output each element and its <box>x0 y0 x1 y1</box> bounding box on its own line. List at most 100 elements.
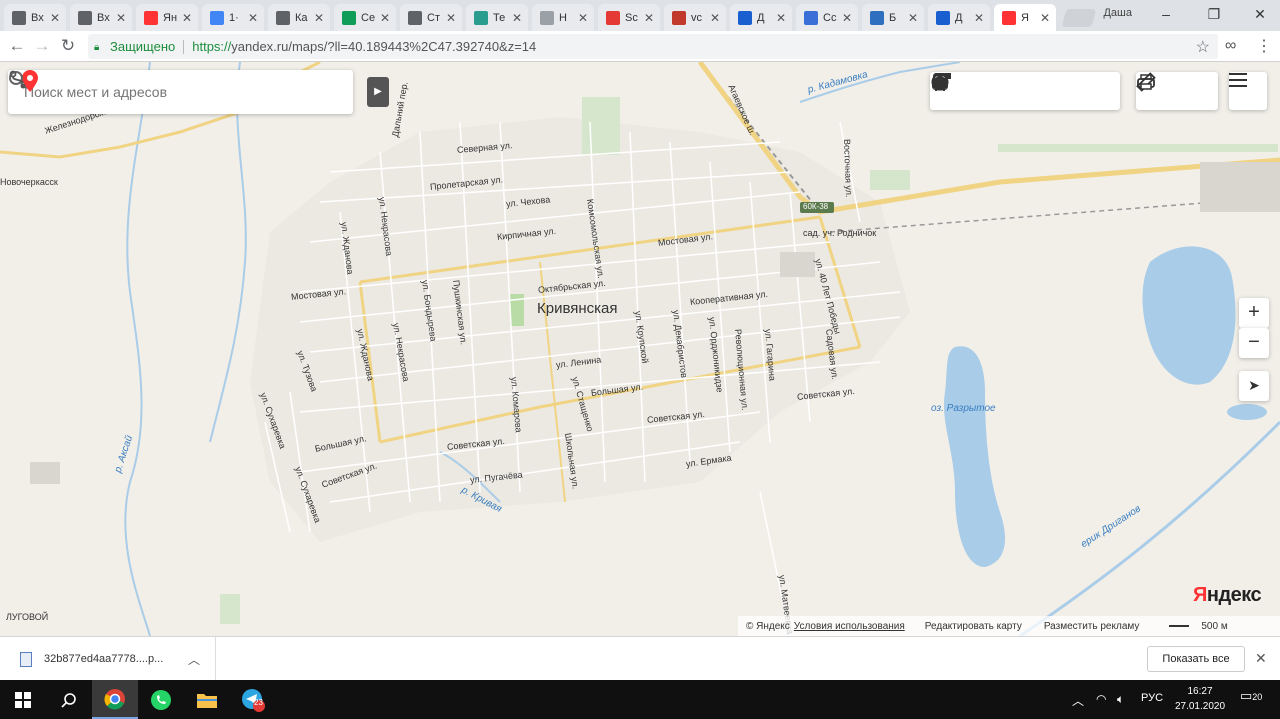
download-item[interactable]: 32b877ed4aa7778....p... ︿ <box>0 637 216 681</box>
browser-tab[interactable]: Б ✕ <box>862 4 924 31</box>
panel-toggle-button[interactable]: ▶ <box>367 77 389 107</box>
browser-tab[interactable]: Ка ✕ <box>268 4 330 31</box>
browser-tab[interactable]: Се ✕ <box>334 4 396 31</box>
browser-tab[interactable]: Ян ✕ <box>136 4 198 31</box>
tab-close-icon[interactable]: ✕ <box>512 11 522 25</box>
logo-first-letter: Я <box>1193 584 1207 606</box>
tab-close-icon[interactable]: ✕ <box>50 11 60 25</box>
address-bar[interactable]: 🔒︎ Защищено https:// yandex.ru/maps/?ll=… <box>88 34 1218 59</box>
edit-map-link[interactable]: Редактировать карту <box>925 621 1022 632</box>
folder-icon <box>408 10 422 25</box>
browser-tab[interactable]: vc ✕ <box>664 4 726 31</box>
folder-icon <box>12 10 26 25</box>
tab-close-icon[interactable]: ✕ <box>380 11 390 25</box>
restore-button[interactable]: ❐ <box>1202 4 1226 24</box>
parking-button[interactable] <box>932 73 1038 109</box>
globe-icon <box>870 10 884 25</box>
tab-close-icon[interactable]: ✕ <box>578 11 588 25</box>
chat-icon <box>804 10 818 25</box>
scale-label: 500 м <box>1201 620 1228 632</box>
bookmark-star-icon[interactable]: ☆ <box>1196 37 1210 57</box>
search-taskbar-button[interactable] <box>46 680 92 719</box>
map-canvas[interactable]: 60К-38 Северная ул. Пролетарская ул. ул. Ч… <box>0 62 1280 636</box>
route-icon[interactable] <box>8 70 28 90</box>
tab-close-icon[interactable]: ✕ <box>314 11 324 25</box>
clock-time: 16:27 <box>1187 686 1213 697</box>
browser-tab[interactable]: 1· ✕ <box>202 4 264 31</box>
tab-close-icon[interactable]: ✕ <box>182 11 192 25</box>
notification-count: 20 <box>1252 692 1263 702</box>
url-text: yandex.ru/maps/?ll=40.189443%2C47.392740… <box>231 39 537 54</box>
tab-close-icon[interactable]: ✕ <box>908 11 918 25</box>
zoom-out-button[interactable]: − <box>1239 328 1269 358</box>
tab-close-icon[interactable]: ✕ <box>776 11 786 25</box>
transit-button[interactable] <box>933 73 1074 109</box>
browser-tab[interactable]: Д ✕ <box>730 4 792 31</box>
layers-button[interactable] <box>931 73 1110 109</box>
browser-tab[interactable]: Сс ✕ <box>796 4 858 31</box>
browser-tab[interactable]: Sc ✕ <box>598 4 660 31</box>
scale-indicator: 500 м <box>1161 620 1228 632</box>
chrome-taskbar-button[interactable] <box>92 680 138 719</box>
minimize-button[interactable]: – <box>1154 4 1178 24</box>
chevron-up-icon[interactable]: ︿ <box>1072 692 1084 709</box>
profile-name[interactable]: Даша <box>1103 7 1132 19</box>
telegram-badge: 23 <box>254 698 263 707</box>
file-icon <box>20 651 32 667</box>
volume-icon[interactable]: 🔈︎ <box>1117 692 1124 707</box>
close-window-button[interactable]: ✕ <box>1248 4 1272 24</box>
map-pin-icon <box>1002 10 1016 25</box>
browser-tab[interactable]: Я ✕ <box>994 4 1056 31</box>
start-button[interactable] <box>0 680 46 719</box>
notifications-icon[interactable]: ▭20 <box>1240 688 1262 704</box>
tab-close-icon[interactable]: ✕ <box>974 11 984 25</box>
telegram-taskbar-button[interactable]: 23 <box>230 680 276 719</box>
language-indicator[interactable]: РУС <box>1141 692 1163 704</box>
zoom-in-button[interactable]: + <box>1239 298 1269 328</box>
close-downloads-icon[interactable]: ✕ <box>1255 650 1267 667</box>
tab-close-icon[interactable]: ✕ <box>842 11 852 25</box>
reload-button[interactable]: ↻ <box>57 35 79 57</box>
browser-tab[interactable]: Д ✕ <box>928 4 990 31</box>
browser-tab[interactable]: Те ✕ <box>466 4 528 31</box>
s-logo-icon <box>606 10 620 25</box>
clock[interactable]: 16:27 27.01.2020 <box>1170 684 1230 714</box>
location-arrow-icon: ➤ <box>1248 377 1260 393</box>
browser-menu-icon[interactable]: ⋮ <box>1256 36 1272 56</box>
forward-button[interactable]: → <box>31 35 53 57</box>
show-all-button[interactable]: Показать все <box>1147 646 1245 672</box>
search-input[interactable] <box>24 84 234 100</box>
tab-close-icon[interactable]: ✕ <box>1040 11 1050 25</box>
tab-close-icon[interactable]: ✕ <box>446 11 456 25</box>
target-icon <box>936 10 950 25</box>
whatsapp-taskbar-button[interactable] <box>138 680 184 719</box>
street-label: ЛУГОВОЙ <box>6 612 49 622</box>
browser-tab[interactable]: Вх ✕ <box>4 4 66 31</box>
browser-tab[interactable]: Вх ✕ <box>70 4 132 31</box>
browser-tab[interactable]: Ст ✕ <box>400 4 462 31</box>
folder-icon <box>197 693 217 708</box>
map-pin-icon <box>144 10 158 25</box>
terms-link[interactable]: Условия использования <box>794 621 905 632</box>
tab-close-icon[interactable]: ✕ <box>248 11 258 25</box>
extension-icon[interactable]: ∞ <box>1225 37 1236 55</box>
explorer-taskbar-button[interactable] <box>184 680 230 719</box>
panorama-button[interactable] <box>932 73 1002 109</box>
browser-tab[interactable]: Н ✕ <box>532 4 594 31</box>
back-button[interactable]: ← <box>6 35 28 57</box>
chevron-up-icon[interactable]: ︿ <box>188 651 200 668</box>
tab-close-icon[interactable]: ✕ <box>644 11 654 25</box>
geolocation-button[interactable]: ➤ <box>1239 371 1269 401</box>
yandex-logo[interactable]: Яндекс <box>1193 584 1262 607</box>
map-menu-button[interactable] <box>1229 73 1265 109</box>
download-file-name: 32b877ed4aa7778....p... <box>44 653 164 665</box>
lock-icon: 🔒︎ <box>94 41 100 53</box>
print-button[interactable] <box>1137 73 1208 109</box>
wifi-icon[interactable]: ◠ <box>1096 692 1106 706</box>
tab-close-icon[interactable]: ✕ <box>710 11 720 25</box>
new-tab-button[interactable] <box>1061 9 1097 27</box>
tab-close-icon[interactable]: ✕ <box>116 11 126 25</box>
ads-link[interactable]: Разместить рекламу <box>1044 621 1140 632</box>
menu-control <box>1229 72 1267 110</box>
street-label: сад. уч. Родничок <box>803 228 877 238</box>
